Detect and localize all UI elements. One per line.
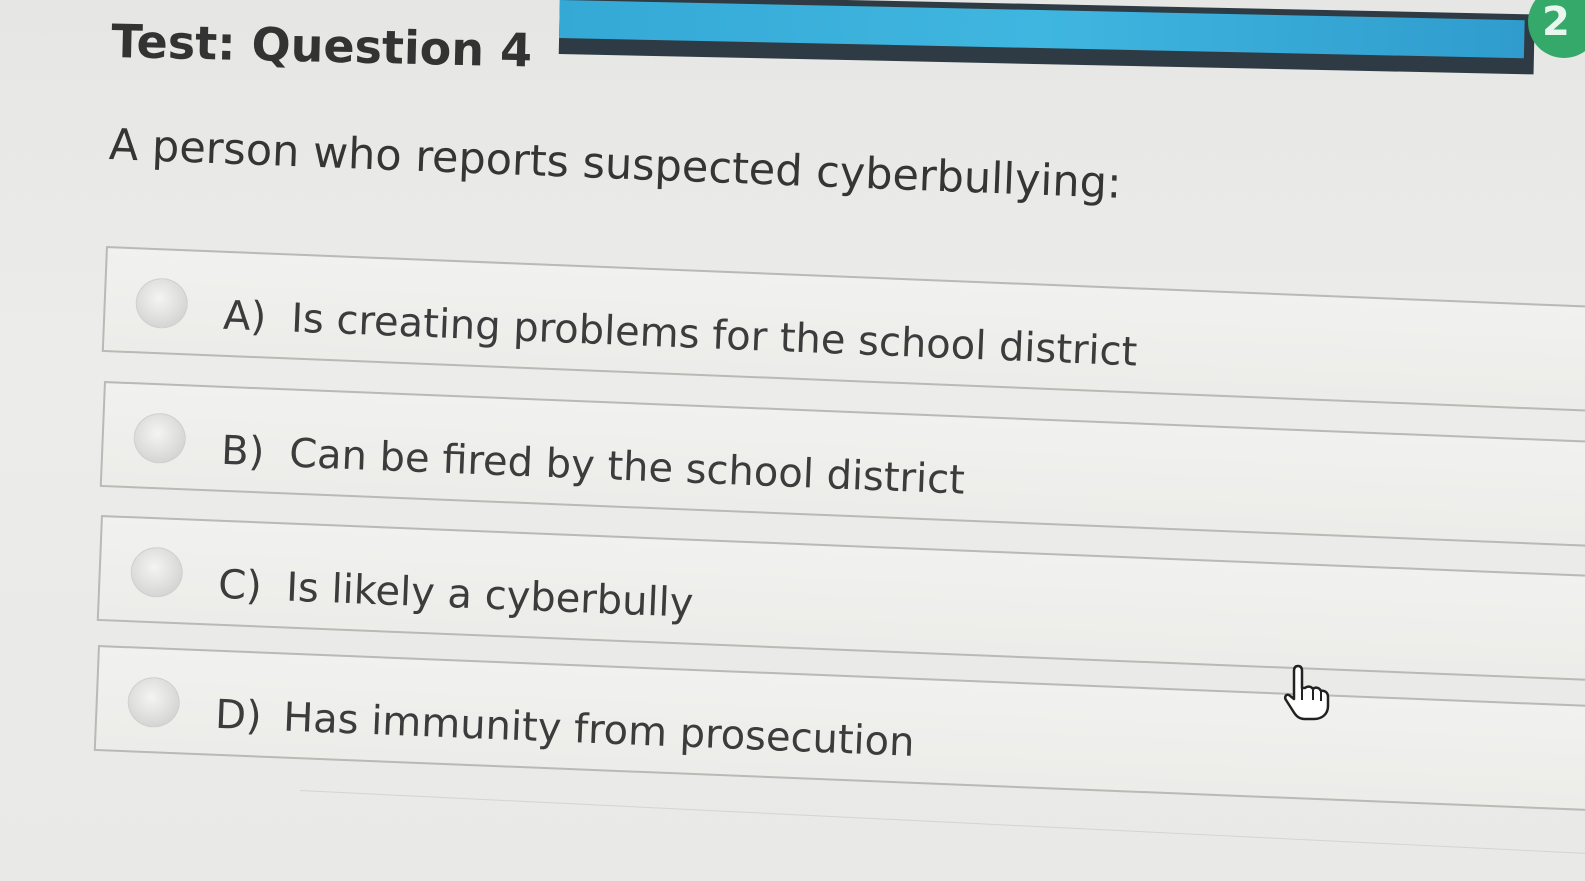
option-text: Is likely a cyberbully: [285, 564, 695, 627]
radio-button-a[interactable]: [134, 277, 189, 330]
option-text: Is creating problems for the school dist…: [290, 295, 1139, 376]
option-letter: A): [222, 292, 268, 341]
radio-button-c[interactable]: [129, 546, 184, 599]
radio-button-b[interactable]: [132, 412, 187, 465]
answer-options: A) Is creating problems for the school d…: [0, 0, 1585, 881]
option-letter: D): [214, 691, 263, 740]
option-text: Can be fired by the school district: [288, 430, 966, 504]
option-letter: B): [220, 427, 266, 476]
hand-pointer-icon: [1283, 664, 1330, 721]
option-letter: C): [217, 561, 263, 610]
option-a[interactable]: A) Is creating problems for the school d…: [101, 246, 1585, 414]
radio-button-d[interactable]: [126, 676, 181, 729]
option-text: Has immunity from prosecution: [282, 694, 916, 766]
